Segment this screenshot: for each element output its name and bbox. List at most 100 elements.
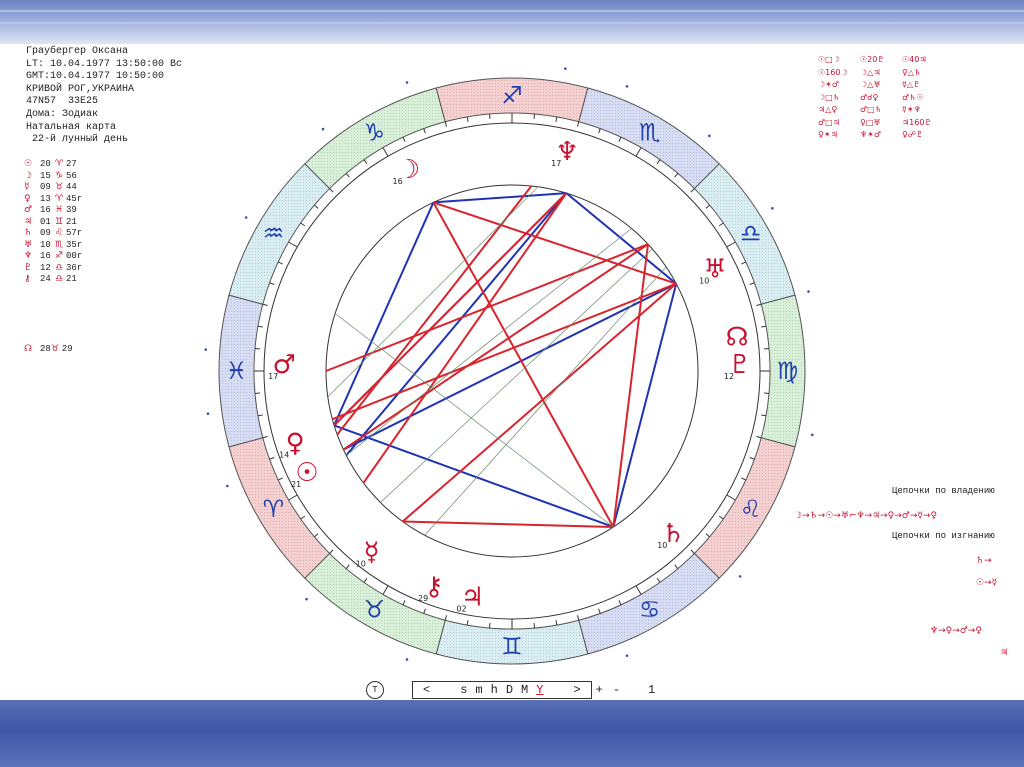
sign-glyph: ♊ — [501, 633, 523, 661]
sign-glyph: ♋ — [639, 596, 661, 624]
star-marker — [738, 575, 742, 578]
star-marker — [405, 658, 409, 661]
blue-aspect-line — [333, 424, 614, 528]
natal-wheel: ♑♐♏♎♍♌♋♊♉♈♓♒ ☽16♆17♅10☊♇12♄10♂17♀14☉21☿1… — [204, 67, 814, 665]
degree-tick — [288, 494, 298, 501]
planet-degree-label: 10 — [356, 560, 366, 569]
sign-glyph: ♏ — [639, 118, 661, 146]
increase-button[interactable]: + — [596, 683, 603, 697]
degree-tick — [741, 261, 747, 265]
degree-tick — [656, 159, 661, 165]
degree-tick — [618, 600, 622, 606]
planet-degree-label: 17 — [268, 372, 278, 381]
star-marker — [625, 85, 629, 88]
sign-glyph: ♑ — [363, 118, 385, 146]
degree-tick — [749, 457, 755, 460]
degree-tick — [705, 533, 710, 538]
planet-degree-label: 21 — [291, 480, 301, 489]
degree-tick — [576, 121, 580, 127]
step-back-button[interactable]: < — [423, 683, 430, 697]
red-aspect-line — [333, 192, 568, 427]
planet-degree-label: 29 — [418, 594, 428, 603]
degree-tick — [329, 188, 334, 193]
degree-tick — [444, 615, 448, 621]
planet-degree-label: 10 — [657, 541, 667, 550]
degree-tick — [705, 204, 710, 209]
planet-degree-label: 10 — [699, 276, 709, 285]
window-top-background — [0, 0, 1024, 44]
degree-tick — [345, 564, 350, 569]
star-marker — [708, 134, 711, 138]
blue-aspect-line — [612, 283, 678, 528]
sign-glyph: ♉ — [363, 596, 385, 624]
degree-tick — [749, 282, 755, 285]
step-days[interactable]: D — [506, 683, 513, 697]
degree-tick — [444, 121, 448, 127]
star-marker — [625, 654, 629, 657]
degree-tick — [761, 414, 767, 417]
planet-degree-label: 17 — [551, 159, 561, 168]
step-selector: < s m h D M Y > — [412, 681, 592, 699]
degree-tick — [726, 494, 736, 501]
degree-tick — [402, 136, 406, 142]
astro-chart-canvas: Граубергер Оксана LT: 10.04.1977 13:50:0… — [0, 44, 1024, 700]
degree-tick — [741, 477, 747, 481]
step-value[interactable]: 1 — [648, 683, 655, 697]
degree-tick — [423, 128, 426, 134]
step-hours[interactable]: h — [491, 683, 498, 697]
star-marker — [810, 433, 814, 437]
degree-tick — [674, 173, 679, 178]
step-years[interactable]: Y — [536, 683, 543, 697]
planet-degree-label: 12 — [724, 372, 734, 381]
step-seconds[interactable]: s — [460, 683, 467, 697]
step-forward-button[interactable]: > — [573, 683, 580, 697]
zodiac-ring — [218, 77, 806, 665]
degree-tick — [288, 241, 298, 248]
gray-aspect-line — [327, 186, 539, 398]
decrease-button[interactable]: - — [613, 683, 620, 697]
degree-tick — [423, 608, 426, 614]
planet-degree-label: 16 — [392, 177, 402, 186]
planet-glyphs: ☽16♆17♅10☊♇12♄10♂17♀14☉21☿10⚷29 ♃02 — [268, 137, 751, 614]
sign-glyph: ♓ — [226, 357, 248, 385]
star-marker — [204, 348, 208, 351]
sign-glyph: ♌ — [740, 495, 762, 523]
step-minutes[interactable]: m — [475, 683, 482, 697]
degree-tick — [635, 585, 642, 595]
red-aspect-line — [433, 201, 677, 285]
transit-toggle-button[interactable]: T — [366, 681, 384, 699]
degree-tick — [756, 435, 762, 439]
degree-tick — [674, 564, 679, 569]
degree-tick — [402, 600, 406, 606]
sign-glyph: ♎ — [740, 219, 762, 247]
sign-glyph: ♐ — [501, 82, 523, 110]
degree-tick — [257, 414, 263, 417]
degree-tick — [262, 435, 268, 439]
degree-tick — [269, 457, 275, 460]
degree-tick — [718, 222, 724, 227]
star-marker — [564, 67, 567, 70]
degree-tick — [257, 325, 263, 328]
planet-degree-label: 14 — [279, 450, 289, 459]
degree-tick — [555, 620, 558, 626]
degree-tick — [466, 620, 469, 626]
degree-tick — [269, 282, 275, 285]
gray-aspect-line — [346, 228, 632, 456]
aspect-lines — [325, 185, 678, 536]
degree-tick — [726, 241, 736, 248]
star-marker — [771, 207, 774, 210]
step-months[interactable]: M — [521, 683, 528, 697]
degree-ticks — [254, 113, 770, 629]
red-aspect-line — [336, 185, 533, 436]
red-aspect-line — [612, 244, 650, 528]
sign-glyph: ♈ — [263, 495, 285, 523]
time-step-toolbar: T < s m h D M Y > + - 1 — [366, 681, 655, 699]
degree-tick — [756, 303, 762, 307]
degree-tick — [576, 615, 580, 621]
star-marker — [244, 216, 248, 219]
star-marker — [226, 484, 229, 488]
degree-tick — [555, 116, 558, 122]
degree-tick — [300, 515, 306, 520]
star-marker — [405, 81, 409, 84]
degree-tick — [761, 325, 767, 328]
